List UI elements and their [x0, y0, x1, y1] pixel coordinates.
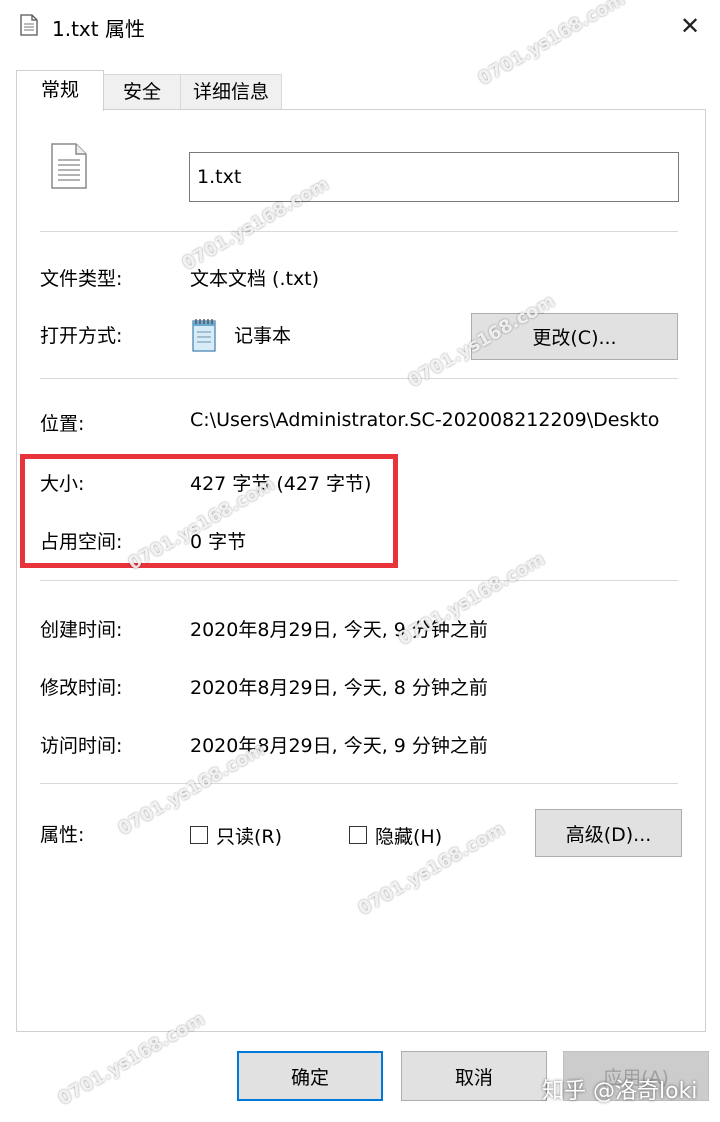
- open-with-value: 记事本: [234, 325, 292, 347]
- file-name-input[interactable]: [189, 152, 679, 202]
- general-panel: [16, 109, 706, 1032]
- location-value: C:\Users\Administrator.SC-202008212209\D…: [190, 409, 660, 431]
- cancel-button[interactable]: 取消: [401, 1051, 547, 1101]
- tab-security[interactable]: 安全: [102, 74, 182, 109]
- tab-details[interactable]: 详细信息: [180, 74, 282, 109]
- modified-label: 修改时间:: [40, 677, 123, 699]
- accessed-label: 访问时间:: [40, 735, 123, 757]
- separator: [40, 231, 678, 232]
- open-with-label: 打开方式:: [40, 325, 123, 347]
- ok-button[interactable]: 确定: [237, 1051, 383, 1101]
- created-value: 2020年8月29日, 今天, 9 分钟之前: [190, 619, 488, 641]
- tab-general[interactable]: 常规: [16, 70, 104, 111]
- separator: [40, 378, 678, 379]
- change-button[interactable]: 更改(C)...: [471, 313, 678, 360]
- text-document-icon: [51, 143, 87, 189]
- separator: [40, 580, 678, 581]
- file-type-value: 文本文档 (.txt): [190, 268, 320, 290]
- window-title: 1.txt 属性: [52, 17, 145, 41]
- attributes-label: 属性:: [40, 824, 85, 846]
- hidden-label[interactable]: 隐藏(H): [375, 822, 442, 849]
- readonly-label[interactable]: 只读(R): [216, 822, 282, 849]
- accessed-value: 2020年8月29日, 今天, 9 分钟之前: [190, 735, 488, 757]
- advanced-button[interactable]: 高级(D)...: [535, 809, 682, 857]
- location-label: 位置:: [40, 413, 85, 435]
- file-type-label: 文件类型:: [40, 268, 123, 290]
- created-label: 创建时间:: [40, 619, 123, 641]
- notepad-icon: [192, 319, 216, 352]
- close-icon: ✕: [679, 12, 701, 40]
- text-file-icon: [20, 14, 38, 36]
- zhihu-watermark: 知乎 @洛奇loki: [542, 1079, 698, 1104]
- hidden-checkbox[interactable]: [349, 826, 367, 844]
- highlight-box: [20, 454, 398, 568]
- title-bar: 1.txt 属性 ✕: [0, 0, 720, 52]
- modified-value: 2020年8月29日, 今天, 8 分钟之前: [190, 677, 488, 699]
- close-button[interactable]: ✕: [660, 0, 720, 52]
- separator: [40, 783, 678, 784]
- readonly-checkbox[interactable]: [190, 826, 208, 844]
